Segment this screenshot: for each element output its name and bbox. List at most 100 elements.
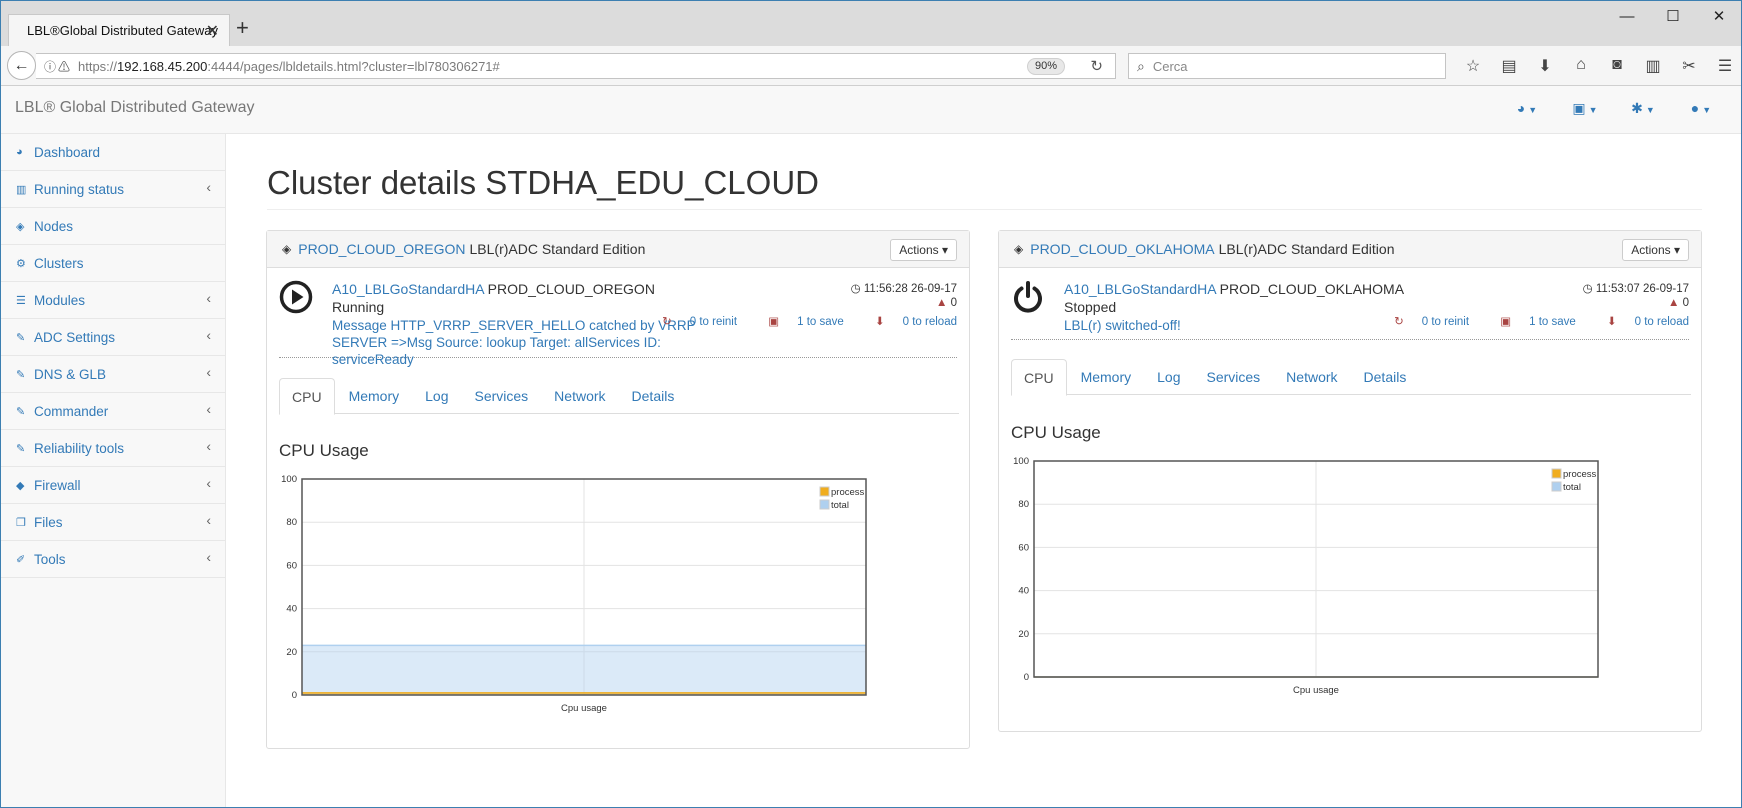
- minimize-icon[interactable]: —: [1604, 0, 1650, 32]
- legend-label-process: process: [831, 487, 865, 498]
- node-counters: ↻ 0 to reinit ▣ 1 to save ⬇ 0 to reload: [634, 314, 957, 328]
- browser-titlebar: LBL®Global Distributed Gateway ✕ + — ☐ ✕: [0, 0, 1742, 46]
- hamburger-menu-icon[interactable]: ☰: [1707, 56, 1742, 76]
- library-icon[interactable]: ▥: [1635, 56, 1671, 76]
- tab-cpu[interactable]: CPU: [279, 378, 335, 415]
- floppy-icon: ▣: [768, 316, 780, 328]
- site-info-icon[interactable]: ⓘ⚠: [36, 58, 78, 75]
- bookmark-star-icon[interactable]: ☆: [1455, 56, 1491, 76]
- sidebar-item-dashboard[interactable]: ◕ Dashboard: [0, 134, 225, 171]
- node-link[interactable]: A10_LBLGoStandardHA: [332, 281, 484, 297]
- bar-chart-icon: ▥: [16, 183, 27, 196]
- sidebar-item-clusters[interactable]: ⚙ Clusters: [0, 245, 225, 282]
- sidebar-item-adc-settings[interactable]: ✎ ADC Settings ‹: [0, 319, 225, 356]
- browser-tab[interactable]: LBL®Global Distributed Gateway ✕: [8, 14, 230, 46]
- download-icon[interactable]: ⬇: [1527, 56, 1563, 76]
- tab-cpu[interactable]: CPU: [1011, 359, 1067, 396]
- sidebar-item-files[interactable]: ❐ Files ‹: [0, 504, 225, 541]
- power-icon[interactable]: [1011, 280, 1045, 314]
- reinit-link[interactable]: ↻ 0 to reinit: [1380, 316, 1469, 328]
- files-icon: ❐: [16, 516, 26, 529]
- legend-swatch-total: [1551, 481, 1562, 492]
- search-icon: ⌕: [1137, 57, 1145, 74]
- warning-count[interactable]: ▲ 0: [936, 297, 957, 309]
- tab-services[interactable]: Services: [462, 378, 540, 414]
- tab-log[interactable]: Log: [1145, 359, 1192, 395]
- refresh-icon: ↻: [662, 316, 672, 328]
- url-bar[interactable]: ⓘ⚠ https://192.168.45.200:4444/pages/lbl…: [36, 53, 1116, 79]
- sidebar-item-modules[interactable]: ☰ Modules ‹: [0, 282, 225, 319]
- reload-link[interactable]: ⬇ 0 to reload: [1593, 316, 1689, 328]
- node-link[interactable]: A10_LBLGoStandardHA: [1064, 281, 1216, 297]
- actions-button[interactable]: Actions ▾: [1622, 239, 1689, 261]
- zoom-indicator[interactable]: 90%: [1026, 58, 1065, 75]
- sidebar-item-commander[interactable]: ✎ Commander ‹: [0, 393, 225, 430]
- sidebar-item-reliability-tools[interactable]: ✎ Reliability tools ‹: [0, 430, 225, 467]
- node-timestamp: ◷ 11:53:07 26-09-17: [1582, 283, 1689, 295]
- new-tab-icon[interactable]: +: [236, 17, 249, 39]
- edit-icon: ✎: [16, 368, 26, 381]
- y-tick-label: 80: [1018, 499, 1029, 510]
- edition-label: LBL(r)ADC Standard Edition: [1218, 241, 1395, 257]
- browser-toolbar: ← ⓘ⚠ https://192.168.45.200:4444/pages/l…: [0, 46, 1742, 86]
- main-content: Cluster details STDHA_EDU_CLOUD ◈ PROD_C…: [227, 134, 1741, 807]
- node-status: Running: [332, 299, 385, 315]
- tab-details[interactable]: Details: [620, 378, 687, 414]
- wrench-icon: ✐: [16, 553, 26, 566]
- sidebar-item-tools[interactable]: ✐ Tools ‹: [0, 541, 225, 578]
- cpu-usage-chart: 0 20 40 60 80 100 Cpu usage process total: [281, 474, 867, 714]
- play-icon[interactable]: [279, 280, 313, 314]
- dashboard-icon: ◕: [16, 146, 23, 158]
- legend-label-total: total: [1563, 482, 1581, 493]
- sidebar-item-dns-glb[interactable]: ✎ DNS & GLB ‹: [0, 356, 225, 393]
- node-row: A10_LBLGoStandardHA PROD_CLOUD_OREGON Ru…: [279, 268, 957, 367]
- tab-title: LBL®Global Distributed Gateway: [27, 23, 218, 38]
- reinit-link[interactable]: ↻ 0 to reinit: [648, 316, 737, 328]
- sidebar-item-running-status[interactable]: ▥ Running status ‹: [0, 171, 225, 208]
- chart-title: CPU Usage: [279, 441, 369, 460]
- chart-title: CPU Usage: [1011, 423, 1101, 442]
- close-window-icon[interactable]: ✕: [1696, 0, 1742, 32]
- back-button[interactable]: ←: [7, 51, 36, 80]
- reload-link[interactable]: ⬇ 0 to reload: [861, 316, 957, 328]
- cube-icon: ◈: [16, 220, 25, 233]
- close-icon[interactable]: ✕: [206, 21, 219, 41]
- cluster-link[interactable]: PROD_CLOUD_OKLAHOMA: [1030, 241, 1214, 257]
- cluster-link[interactable]: PROD_CLOUD_OREGON: [298, 241, 465, 257]
- actions-button[interactable]: Actions ▾: [890, 239, 957, 261]
- save-link[interactable]: ▣ 1 to save: [754, 316, 844, 328]
- cluster-panel-oklahoma: ◈ PROD_CLOUD_OKLAHOMA LBL(r)ADC Standard…: [998, 230, 1702, 732]
- dashboard-menu-icon[interactable]: ◕ ▼: [1498, 100, 1556, 117]
- user-menu-icon[interactable]: ● ▼: [1672, 100, 1730, 117]
- save-menu-icon[interactable]: ▣ ▼: [1556, 100, 1614, 117]
- save-link[interactable]: ▣ 1 to save: [1486, 316, 1576, 328]
- cogs-icon: ⚙: [16, 257, 26, 270]
- y-tick-label: 100: [1013, 456, 1029, 467]
- search-input[interactable]: ⌕ Cerca: [1128, 53, 1446, 79]
- url-text: https://192.168.45.200:4444/pages/lbldet…: [78, 58, 500, 74]
- tab-network[interactable]: Network: [1274, 359, 1349, 395]
- reading-list-icon[interactable]: ▤: [1491, 56, 1527, 76]
- window-controls: — ☐ ✕: [1604, 0, 1742, 32]
- sidebar-item-nodes[interactable]: ◈ Nodes: [0, 208, 225, 245]
- legend-swatch-total: [819, 499, 830, 510]
- panel-heading: ◈ PROD_CLOUD_OKLAHOMA LBL(r)ADC Standard…: [999, 231, 1701, 268]
- reload-icon[interactable]: ↻: [1090, 57, 1103, 75]
- home-icon[interactable]: ⌂: [1563, 56, 1599, 76]
- tab-log[interactable]: Log: [413, 378, 460, 414]
- tab-details[interactable]: Details: [1352, 359, 1419, 395]
- maximize-icon[interactable]: ☐: [1650, 0, 1696, 32]
- app-brand[interactable]: LBL® Global Distributed Gateway: [15, 99, 254, 117]
- clock-icon: ◷: [1582, 283, 1593, 295]
- chevron-left-icon: ‹: [206, 401, 211, 417]
- tab-services[interactable]: Services: [1194, 359, 1272, 395]
- tab-memory[interactable]: Memory: [1069, 359, 1144, 395]
- tab-network[interactable]: Network: [542, 378, 617, 414]
- sidebar-item-firewall[interactable]: ◆ Firewall ‹: [0, 467, 225, 504]
- screenshot-icon[interactable]: ✂: [1671, 56, 1707, 76]
- legend-label-process: process: [1563, 469, 1597, 480]
- settings-menu-icon[interactable]: ✱ ▼: [1614, 100, 1672, 117]
- pocket-icon[interactable]: ◙: [1599, 56, 1635, 76]
- warning-count[interactable]: ▲ 0: [1668, 297, 1689, 309]
- tab-memory[interactable]: Memory: [337, 378, 412, 414]
